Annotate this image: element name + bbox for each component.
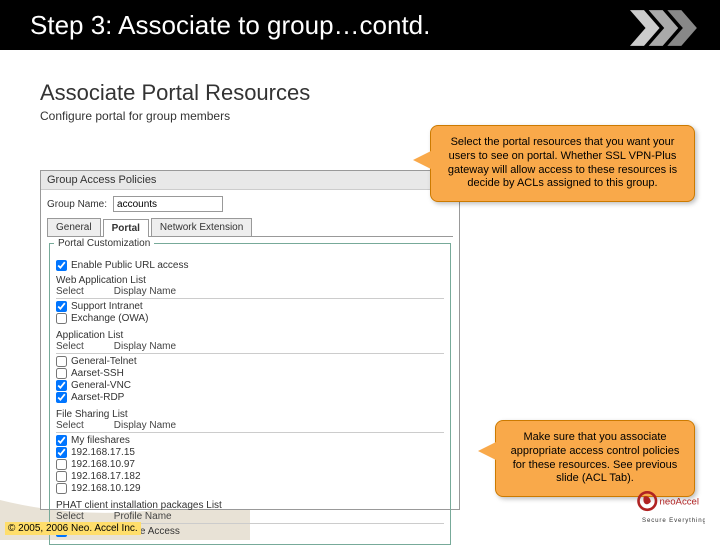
file-checkbox[interactable] bbox=[56, 447, 67, 458]
logo-text-top: neoAccel bbox=[660, 497, 700, 508]
webapp-col-name: Display Name bbox=[114, 286, 176, 297]
phat-col-name: Profile Name bbox=[114, 511, 172, 522]
webapp-col-select: Select bbox=[56, 286, 84, 297]
file-name: My fileshares bbox=[71, 435, 130, 446]
list-item: 192.168.10.129 bbox=[56, 483, 444, 494]
heading-area: Associate Portal Resources Configure por… bbox=[0, 50, 720, 128]
app-name: Aarset-RDP bbox=[71, 392, 124, 403]
list-item: General-VNC bbox=[56, 380, 444, 391]
list-item: My fileshares bbox=[56, 435, 444, 446]
list-item: 192.168.17.182 bbox=[56, 471, 444, 482]
list-item: Exchange (OWA) bbox=[56, 313, 444, 324]
file-checkbox[interactable] bbox=[56, 435, 67, 446]
webapp-name: Exchange (OWA) bbox=[71, 313, 148, 324]
neoaccel-logo: neoAccel Secure Everything bbox=[635, 488, 705, 528]
app-name: General-VNC bbox=[71, 380, 131, 391]
tabs: General Portal Network Extension bbox=[47, 218, 453, 237]
file-name: 192.168.17.182 bbox=[71, 471, 141, 482]
list-item: Aarset-SSH bbox=[56, 368, 444, 379]
logo-text-bottom: Secure Everything bbox=[642, 517, 705, 524]
portal-customization-legend: Portal Customization bbox=[54, 238, 154, 249]
title-bar: Step 3: Associate to group…contd. bbox=[0, 0, 720, 50]
group-name-field[interactable] bbox=[113, 196, 223, 212]
enable-public-url-label: Enable Public URL access bbox=[71, 260, 188, 271]
list-item: 192.168.17.15 bbox=[56, 447, 444, 458]
list-item: 192.168.10.97 bbox=[56, 459, 444, 470]
app-col-name: Display Name bbox=[114, 341, 176, 352]
app-checkbox[interactable] bbox=[56, 380, 67, 391]
page-subheading: Configure portal for group members bbox=[40, 109, 720, 123]
group-access-panel: Group Access Policies Group Name: Genera… bbox=[40, 170, 460, 510]
callout-top: Select the portal resources that you wan… bbox=[430, 125, 695, 202]
slide-title: Step 3: Associate to group…contd. bbox=[30, 10, 430, 41]
chevron-graphic bbox=[630, 8, 700, 48]
enable-public-url-checkbox[interactable] bbox=[56, 260, 67, 271]
tab-portal[interactable]: Portal bbox=[103, 219, 149, 237]
portal-customization-fieldset: Portal Customization Enable Public URL a… bbox=[49, 243, 451, 545]
app-checkbox[interactable] bbox=[56, 368, 67, 379]
panel-title: Group Access Policies bbox=[41, 171, 459, 190]
file-name: 192.168.17.15 bbox=[71, 447, 135, 458]
app-col-select: Select bbox=[56, 341, 84, 352]
file-checkbox[interactable] bbox=[56, 483, 67, 494]
file-col-name: Display Name bbox=[114, 420, 176, 431]
file-checkbox[interactable] bbox=[56, 471, 67, 482]
file-name: 192.168.10.129 bbox=[71, 483, 141, 494]
file-name: 192.168.10.97 bbox=[71, 459, 135, 470]
app-name: General-Telnet bbox=[71, 356, 137, 367]
tab-network-extension[interactable]: Network Extension bbox=[151, 218, 252, 236]
list-item: Support Intranet bbox=[56, 301, 444, 312]
page-heading: Associate Portal Resources bbox=[40, 80, 720, 106]
phat-col-select: Select bbox=[56, 511, 84, 522]
file-col-select: Select bbox=[56, 420, 84, 431]
list-item: General-Telnet bbox=[56, 356, 444, 367]
list-item: Aarset-RDP bbox=[56, 392, 444, 403]
webapp-checkbox[interactable] bbox=[56, 301, 67, 312]
group-name-label: Group Name: bbox=[47, 199, 107, 210]
app-checkbox[interactable] bbox=[56, 356, 67, 367]
webapp-header: Web Application List bbox=[56, 275, 444, 286]
phat-header: PHAT client installation packages List bbox=[56, 500, 444, 511]
app-name: Aarset-SSH bbox=[71, 368, 124, 379]
webapp-name: Support Intranet bbox=[71, 301, 143, 312]
app-checkbox[interactable] bbox=[56, 392, 67, 403]
tab-general[interactable]: General bbox=[47, 218, 101, 236]
app-header: Application List bbox=[56, 330, 444, 341]
webapp-checkbox[interactable] bbox=[56, 313, 67, 324]
callout-bottom: Make sure that you associate appropriate… bbox=[495, 420, 695, 497]
file-header: File Sharing List bbox=[56, 409, 444, 420]
copyright: © 2005, 2006 Neo. Accel Inc. bbox=[5, 522, 141, 535]
file-checkbox[interactable] bbox=[56, 459, 67, 470]
group-name-row: Group Name: bbox=[47, 196, 453, 212]
